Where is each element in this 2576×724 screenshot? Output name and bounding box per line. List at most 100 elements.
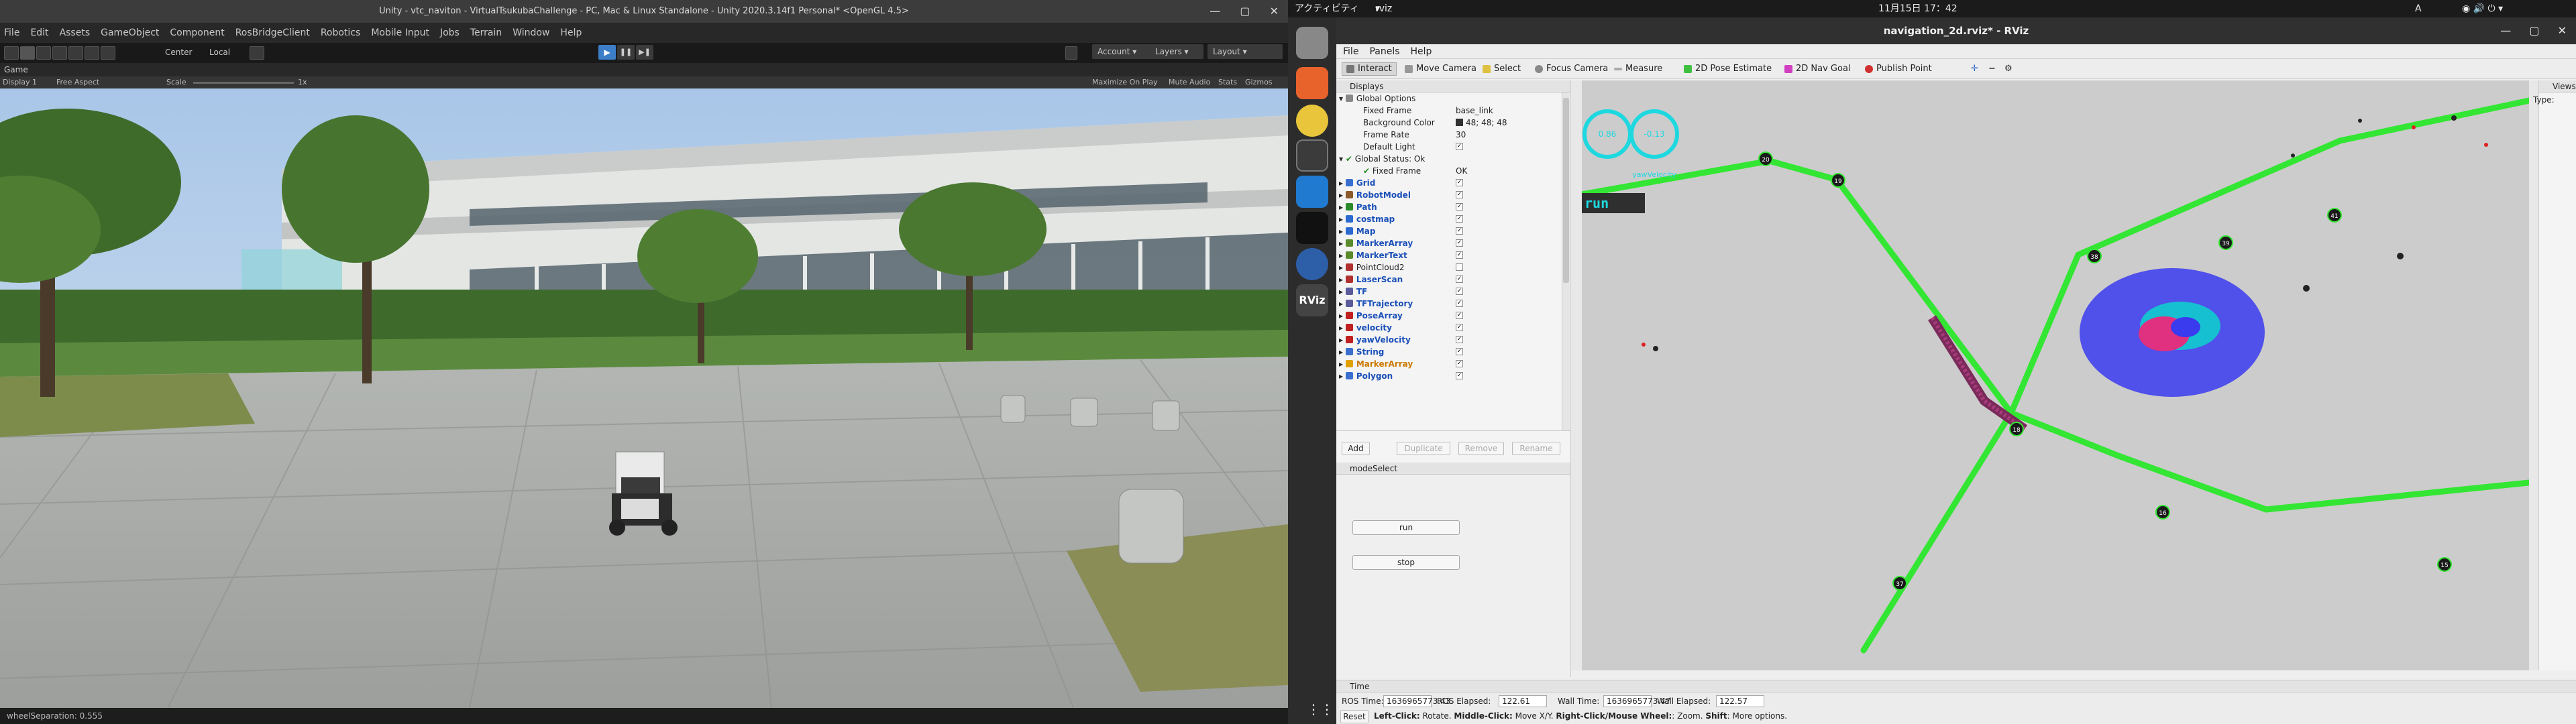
gizmos-dropdown[interactable]: Gizmos [1245, 76, 1273, 88]
display-enabled-checkbox[interactable]: ✓ [1456, 312, 1463, 319]
menu-rosbridgeclient[interactable]: RosBridgeClient [235, 27, 310, 38]
display-item[interactable]: ▸ TFTrajectory [1339, 298, 1413, 310]
files-icon[interactable] [1296, 27, 1328, 59]
scale-slider[interactable] [193, 82, 294, 84]
display-item[interactable]: ▸ costmap [1339, 213, 1395, 225]
aspect-dropdown[interactable]: Free Aspect [56, 76, 99, 88]
expand-arrow-icon[interactable]: ▸ [1339, 359, 1346, 369]
publish-point-tool[interactable]: Publish Point [1861, 62, 1936, 76]
browser-icon[interactable] [1296, 248, 1328, 280]
vscode-icon[interactable] [1296, 176, 1328, 208]
stop-button[interactable]: stop [1352, 555, 1460, 570]
menu-component[interactable]: Component [170, 27, 224, 38]
mute-audio-toggle[interactable]: Mute Audio [1169, 76, 1210, 88]
nav-goal-tool[interactable]: 2D Nav Goal [1780, 62, 1855, 76]
display-item[interactable]: ▸ String [1339, 346, 1384, 358]
menu-panels[interactable]: Panels [1369, 46, 1399, 57]
display-item[interactable]: ▸ Grid [1339, 177, 1375, 189]
expand-arrow-icon[interactable]: ▸ [1339, 251, 1346, 260]
rviz-3d-view[interactable]: 20 19 18 41 39 38 37 16 15 0.86 -0.13 ya… [1582, 80, 2529, 670]
pause-button[interactable]: ❚❚ [617, 45, 635, 60]
expand-arrow-icon[interactable]: ▸ [1339, 323, 1346, 333]
display-enabled-checkbox[interactable]: ✓ [1456, 215, 1463, 223]
pivot-local-toggle[interactable]: Local [209, 48, 230, 57]
menu-help[interactable]: Help [1411, 46, 1432, 57]
display-enabled-checkbox[interactable]: ✓ [1456, 360, 1463, 367]
interact-tool[interactable]: Interact [1342, 62, 1397, 76]
stats-toggle[interactable]: Stats [1218, 76, 1237, 88]
rotate-tool-icon[interactable] [36, 46, 51, 60]
display-enabled-checkbox[interactable]: ✓ [1456, 179, 1463, 186]
hand-tool-icon[interactable] [4, 46, 19, 60]
menu-terrain[interactable]: Terrain [470, 27, 502, 38]
show-apps-icon[interactable]: ⋮⋮⋮ [1307, 701, 1347, 719]
display-enabled-checkbox[interactable]: ✓ [1456, 348, 1463, 355]
scale-tool-icon[interactable] [52, 46, 67, 60]
rename-display-button[interactable]: Rename [1512, 442, 1560, 455]
reset-button[interactable]: Reset [1340, 710, 1368, 723]
tree-row-global-options[interactable]: ▾ Global Options [1339, 93, 1415, 105]
display-item[interactable]: ▸ PoseArray [1339, 310, 1403, 322]
layout-dropdown[interactable]: Layout ▾ [1208, 44, 1283, 59]
remove-display-button[interactable]: Remove [1458, 442, 1504, 455]
pose-estimate-tool[interactable]: 2D Pose Estimate [1680, 62, 1776, 76]
add-tool-plus-icon[interactable]: ✛ [1967, 62, 1982, 76]
rviz-window-controls[interactable]: — ▢ ✕ [2500, 17, 2567, 44]
display-item[interactable]: ▸ velocity [1339, 322, 1392, 334]
expand-arrow-icon[interactable]: ▸ [1339, 215, 1346, 224]
ros-elapsed-field[interactable]: 122.61 [1499, 695, 1547, 707]
display-item[interactable]: ▸ LaserScan [1339, 274, 1403, 286]
prop-frame-rate[interactable]: Frame Rate [1363, 129, 1409, 141]
step-button[interactable]: ▶❚ [636, 45, 653, 60]
display-enabled-checkbox[interactable]: ✓ [1456, 191, 1463, 198]
software-icon[interactable] [1296, 67, 1328, 99]
prop-fixed-frame-value[interactable]: base_link [1456, 105, 1493, 117]
display-item[interactable]: ▸ yawVelocity [1339, 334, 1411, 346]
expand-arrow-icon[interactable]: ▸ [1339, 239, 1346, 248]
tool-properties-icon[interactable]: ⚙ [2000, 62, 2017, 76]
wall-time-field[interactable]: 1636965773.47 [1603, 695, 1670, 707]
pivot-center-toggle[interactable]: Center [165, 48, 192, 57]
remove-tool-minus-icon[interactable]: − [1984, 62, 2000, 76]
expand-arrow-icon[interactable]: ▸ [1339, 287, 1346, 296]
display-enabled-checkbox[interactable]: ✓ [1456, 239, 1463, 247]
chrome-icon[interactable] [1296, 105, 1328, 137]
tree-row-fixed-frame-status[interactable]: ✔ Fixed Frame [1363, 165, 1421, 177]
run-button[interactable]: run [1352, 520, 1460, 535]
wall-elapsed-field[interactable]: 122.57 [1716, 695, 1764, 707]
menu-assets[interactable]: Assets [60, 27, 91, 38]
display-item[interactable]: ▸ Path [1339, 201, 1377, 213]
unity-window-controls[interactable]: — ▢ ✕ [1210, 0, 1279, 23]
ros-time-field[interactable]: 1636965773.43 [1383, 695, 1450, 707]
displays-tree[interactable]: ▾ Global Options Fixed Frame base_link B… [1336, 93, 1562, 430]
select-tool[interactable]: Select [1479, 62, 1525, 76]
display-enabled-checkbox[interactable]: ✓ [1456, 336, 1463, 343]
displays-scrollbar[interactable] [1562, 93, 1570, 430]
input-method[interactable]: A [2415, 0, 2422, 17]
layers-dropdown[interactable]: Layers ▾ [1150, 44, 1203, 59]
menu-file[interactable]: File [1343, 46, 1358, 57]
clock[interactable]: 11月15日 17：42 [1878, 0, 1957, 17]
collab-cloud-icon[interactable] [1065, 46, 1077, 60]
display-item[interactable]: ▸ Polygon [1339, 370, 1393, 382]
display-enabled-checkbox[interactable]: ✓ [1456, 203, 1463, 210]
game-view-scene[interactable] [0, 88, 1288, 708]
display-item[interactable]: ▸ Map [1339, 225, 1375, 237]
system-tray-icons[interactable]: ◉ 🔊 ⏻ ▾ [2462, 0, 2503, 17]
expand-arrow-icon[interactable]: ▸ [1339, 347, 1346, 357]
rviz-icon[interactable]: RViz [1296, 284, 1328, 316]
expand-arrow-icon[interactable]: ▸ [1339, 275, 1346, 284]
transform-tool-icon[interactable] [85, 46, 99, 60]
display-enabled-checkbox[interactable]: ✓ [1456, 324, 1463, 331]
display-enabled-checkbox[interactable]: ✓ [1456, 227, 1463, 235]
display-item[interactable]: ▸ MarkerText [1339, 249, 1407, 261]
default-light-checkbox[interactable]: ✓ [1456, 143, 1463, 150]
display-item[interactable]: ▸ MarkerArray [1339, 237, 1413, 249]
maximize-on-play-toggle[interactable]: Maximize On Play [1092, 76, 1158, 88]
display-item[interactable]: ▸ PointCloud2 [1339, 261, 1405, 274]
app-menu[interactable]: rviz ▾ [1375, 0, 1392, 17]
play-button[interactable]: ▶ [598, 45, 616, 60]
focus-camera-tool[interactable]: Focus Camera [1531, 62, 1612, 76]
activities-button[interactable]: アクティビティ [1295, 0, 1359, 17]
display-enabled-checkbox[interactable]: ✓ [1456, 372, 1463, 379]
